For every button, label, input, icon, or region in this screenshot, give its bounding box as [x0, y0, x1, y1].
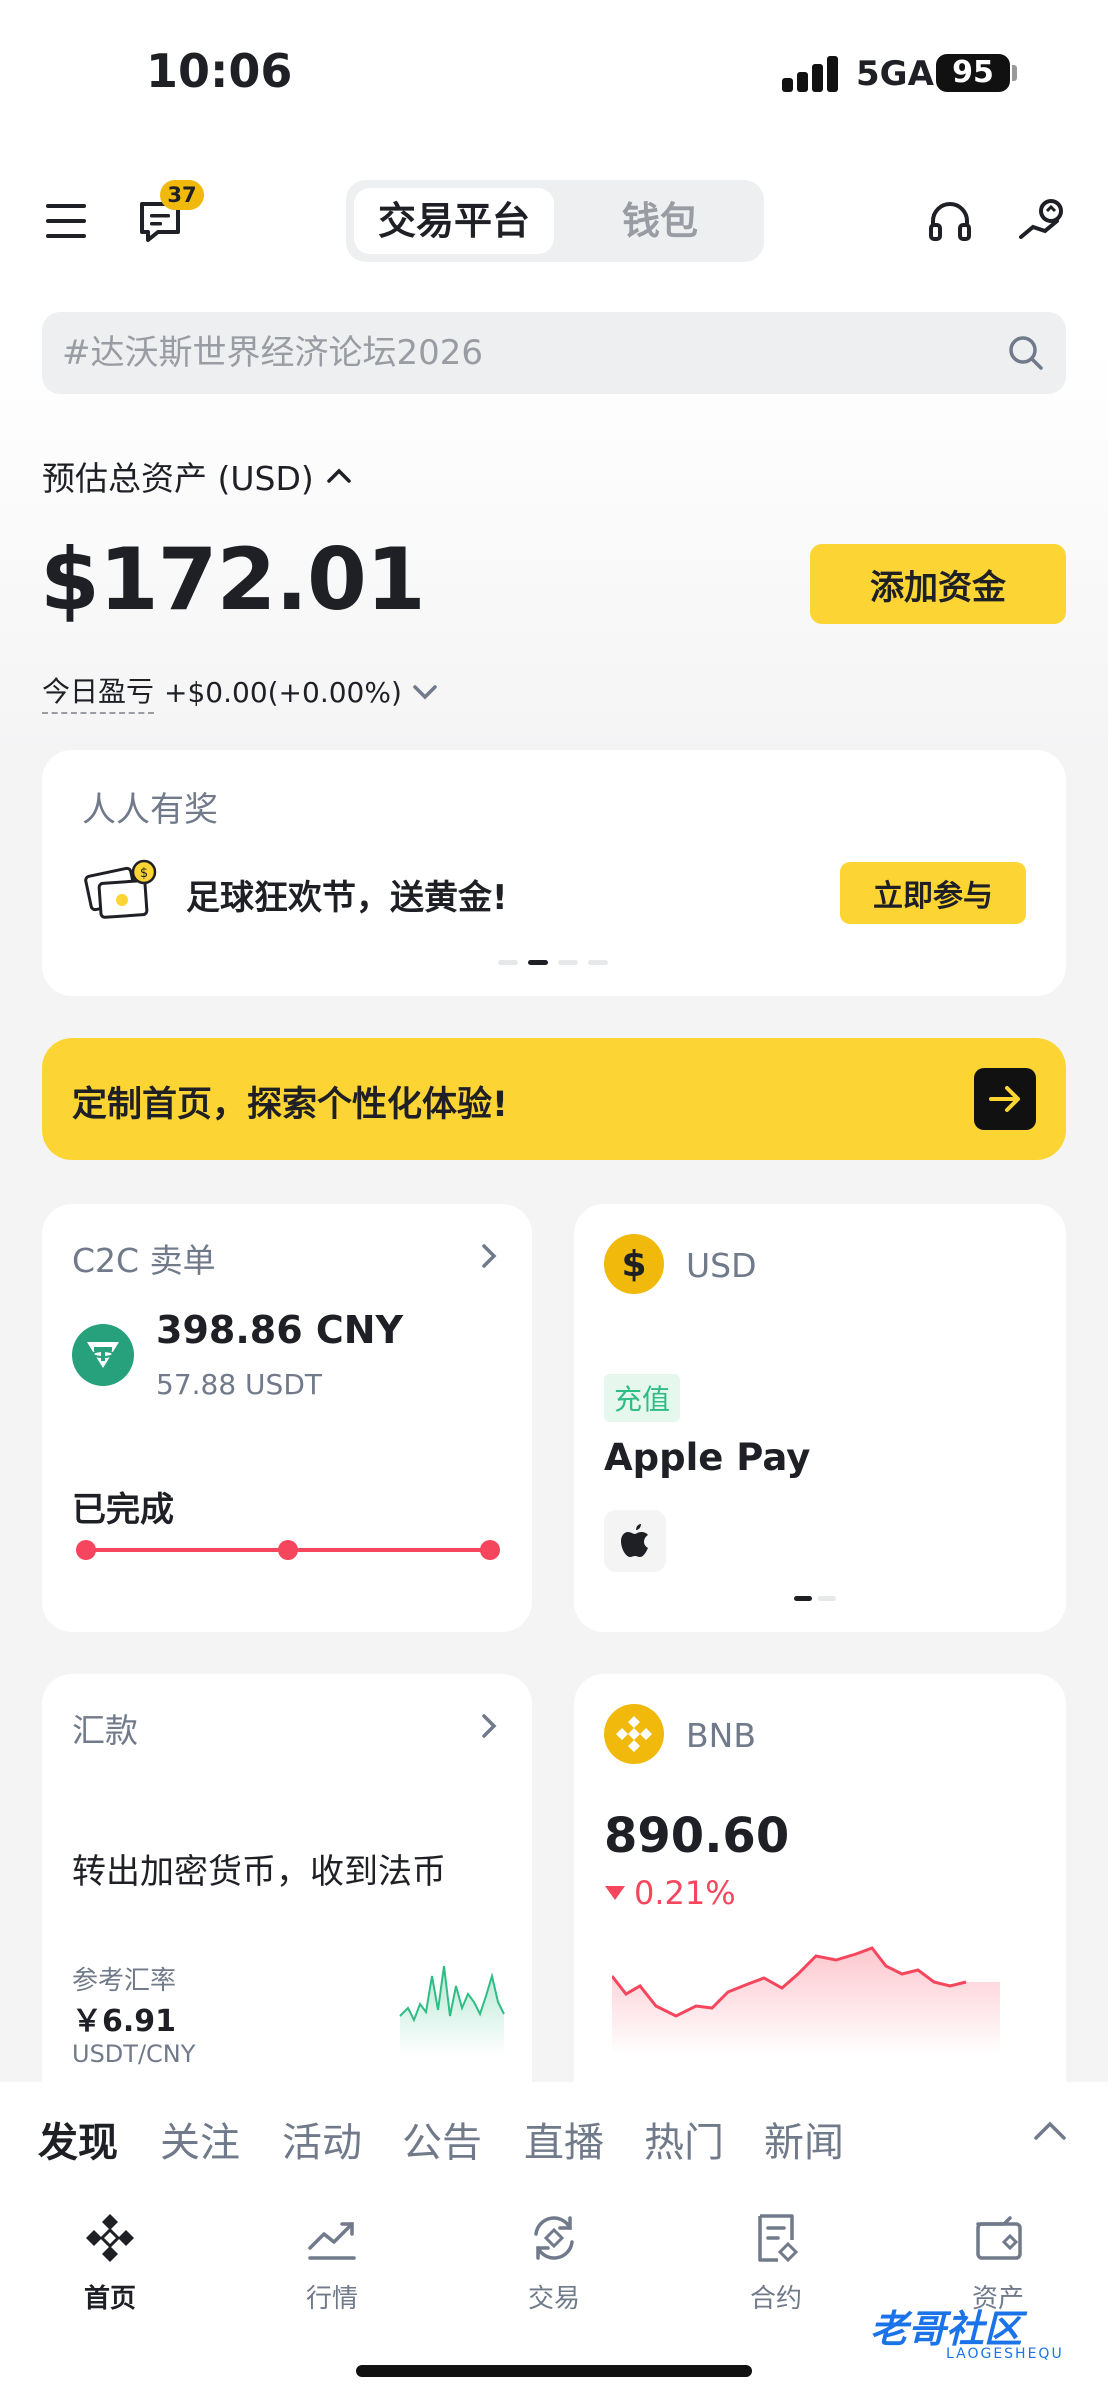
c2c-title: C2C 卖单 — [72, 1241, 216, 1280]
usd-coin-name: USD — [686, 1246, 757, 1285]
apple-icon — [604, 1510, 666, 1572]
add-funds-button[interactable]: 添加资金 — [810, 544, 1066, 624]
triangle-down-icon — [605, 1886, 625, 1900]
signal-icon — [782, 56, 840, 92]
chevron-right-icon — [480, 1242, 498, 1274]
join-now-button[interactable]: 立即参与 — [840, 862, 1026, 924]
remit-description: 转出加密货币，收到法币 — [72, 1852, 446, 1892]
feed-tab-following[interactable]: 关注 — [160, 2110, 240, 2168]
network-type: 5GA — [856, 54, 934, 94]
total-assets-toggle[interactable]: 预估总资产 (USD) — [42, 452, 352, 500]
nav-markets[interactable]: 行情 — [262, 2210, 402, 2315]
usd-coin-icon: $ — [604, 1234, 664, 1294]
c2c-amount: 398.86 CNY — [156, 1308, 404, 1352]
tab-wallet[interactable]: 钱包 — [564, 188, 756, 254]
rate-sparkline — [399, 1965, 505, 2056]
money-gift-icon: $ — [82, 858, 162, 932]
rate-label: 参考汇率 — [72, 1966, 177, 1996]
payment-method: Apple Pay — [604, 1436, 811, 1479]
search-input[interactable] — [62, 312, 1002, 394]
nav-futures[interactable]: 合约 — [706, 2210, 846, 2315]
tether-icon — [72, 1324, 134, 1386]
watermark-text: 老哥社区 — [870, 2307, 1023, 2351]
carousel-dots — [498, 960, 608, 965]
remittance-card[interactable]: 汇款 转出加密货币，收到法币 参考汇率 ￥6.91 USDT/CNY — [42, 1674, 532, 2114]
usd-deposit-card[interactable]: $ USD 充值 Apple Pay — [574, 1204, 1066, 1632]
today-pnl[interactable]: 今日盈亏 +$0.00(+0.00%) — [42, 670, 438, 714]
futures-icon — [758, 2214, 799, 2263]
nav-markets-label: 行情 — [305, 2284, 358, 2314]
watermark-subtext: LAOGESHEQU — [946, 2346, 1064, 2362]
deposit-tag: 充值 — [604, 1374, 681, 1422]
status-time: 10:06 — [146, 44, 293, 98]
feed-tab-news[interactable]: 新闻 — [764, 2110, 844, 2168]
support-headset-icon[interactable] — [922, 194, 978, 250]
bnb-coin-icon — [604, 1704, 664, 1764]
bnb-price: 890.60 — [604, 1808, 790, 1864]
chevron-up-icon — [327, 468, 351, 483]
reward-card[interactable]: 人人有奖 $ 足球狂欢节，送黄金! 立即参与 — [42, 750, 1066, 996]
notification-badge: 37 — [160, 180, 204, 210]
chevron-up-icon[interactable] — [1032, 2118, 1068, 2146]
pnl-value: +$0.00(+0.00%) — [164, 675, 402, 709]
status-bar: 10:06 5GA 95 — [0, 0, 1108, 140]
battery-tip — [1012, 65, 1017, 81]
c2c-sell-order-card[interactable]: C2C 卖单 398.86 CNY 57.88 USDT 已完成 — [42, 1204, 532, 1632]
gift-hand-icon[interactable] — [1012, 192, 1072, 252]
tab-exchange[interactable]: 交易平台 — [354, 188, 554, 254]
feed-tabs: 发现 关注 活动 公告 直播 热门 新闻 — [0, 2082, 1108, 2188]
rate-pair: USDT/CNY — [72, 2040, 196, 2068]
bnb-sparkline — [612, 1946, 1000, 2056]
feed-tab-live[interactable]: 直播 — [524, 2110, 604, 2168]
arrow-right-icon[interactable] — [974, 1068, 1036, 1130]
reward-text: 足球狂欢节，送黄金! — [186, 878, 508, 918]
remit-title: 汇款 — [72, 1711, 138, 1750]
feed-tab-events[interactable]: 活动 — [282, 2110, 362, 2168]
bnb-price-card[interactable]: BNB 890.60 0.21% — [574, 1674, 1066, 2114]
search-icon[interactable] — [1006, 333, 1046, 377]
bnb-change: 0.21% — [604, 1874, 736, 1912]
binance-home-icon — [86, 2214, 134, 2262]
chevron-down-icon — [413, 685, 437, 700]
top-segment-control: 交易平台 钱包 — [346, 180, 764, 262]
chevron-right-icon — [480, 1712, 498, 1744]
customize-home-banner[interactable]: 定制首页，探索个性化体验! — [42, 1038, 1066, 1160]
nav-home-label: 首页 — [83, 2284, 136, 2314]
feed-tab-announcements[interactable]: 公告 — [402, 2110, 482, 2168]
nav-trade[interactable]: 交易 — [484, 2210, 624, 2315]
trade-icon — [534, 2216, 574, 2260]
home-indicator[interactable] — [356, 2365, 752, 2377]
pnl-label: 今日盈亏 — [42, 670, 155, 714]
rate-value: ￥6.91 — [72, 2004, 177, 2039]
bnb-coin-name: BNB — [686, 1716, 756, 1755]
nav-futures-label: 合约 — [749, 2284, 802, 2314]
menu-icon[interactable] — [42, 196, 92, 246]
feed-tab-hot[interactable]: 热门 — [644, 2110, 724, 2168]
reward-title: 人人有奖 — [82, 790, 218, 830]
order-progress-bar — [76, 1540, 500, 1560]
nav-trade-label: 交易 — [527, 2284, 580, 2314]
total-assets-label: 预估总资产 (USD) — [42, 459, 314, 498]
c2c-status: 已完成 — [72, 1490, 174, 1530]
battery-icon: 95 — [936, 54, 1010, 92]
banner-text: 定制首页，探索个性化体验! — [72, 1085, 508, 1125]
svg-text:$: $ — [140, 866, 148, 881]
search-bar[interactable] — [42, 312, 1066, 394]
wallet-icon — [976, 2216, 1022, 2260]
nav-home[interactable]: 首页 — [40, 2210, 180, 2315]
usd-carousel-dots — [794, 1596, 836, 1601]
markets-icon — [308, 2222, 356, 2260]
feed-tab-discover[interactable]: 发现 — [38, 2110, 118, 2168]
total-assets-value: $172.01 — [40, 530, 426, 630]
c2c-usdt-amount: 57.88 USDT — [156, 1368, 322, 1401]
bnb-change-value: 0.21% — [634, 1874, 736, 1912]
